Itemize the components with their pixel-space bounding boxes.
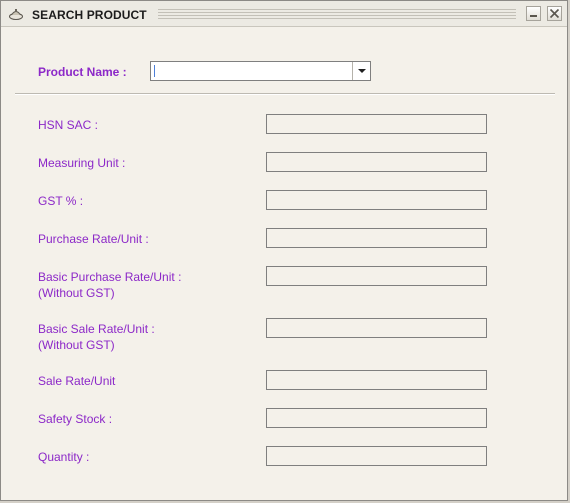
- product-name-label: Product Name :: [38, 65, 127, 79]
- basic-sale-rate-field[interactable]: [266, 318, 487, 338]
- gst-percent-label: GST % :: [38, 194, 84, 208]
- basic-purchase-rate-field[interactable]: [266, 266, 487, 286]
- safety-stock-field[interactable]: [266, 408, 487, 428]
- purchase-rate-field[interactable]: [266, 228, 487, 248]
- hsn-sac-label: HSN SAC :: [38, 118, 99, 132]
- product-name-combobox[interactable]: [150, 61, 371, 81]
- chevron-down-icon[interactable]: [352, 62, 370, 80]
- title-bar[interactable]: SEARCH PRODUCT: [1, 1, 567, 27]
- form-content: Product Name : HSN SAC : Measuring Unit …: [1, 27, 567, 501]
- sale-rate-field[interactable]: [266, 370, 487, 390]
- quantity-label: Quantity :: [38, 450, 90, 464]
- title-bar-grip: [158, 9, 516, 19]
- close-icon: [549, 8, 560, 19]
- basic-purchase-rate-label: Basic Purchase Rate/Unit :: [38, 270, 182, 284]
- safety-stock-label: Safety Stock :: [38, 412, 113, 426]
- basic-purchase-rate-sublabel: (Without GST): [38, 286, 115, 300]
- window-title: SEARCH PRODUCT: [32, 8, 147, 22]
- quantity-field[interactable]: [266, 446, 487, 466]
- minimize-button[interactable]: [526, 6, 541, 21]
- measuring-unit-label: Measuring Unit :: [38, 156, 126, 170]
- search-product-window: SEARCH PRODUCT Product Name : HSN SAC : …: [0, 0, 568, 501]
- sale-rate-label: Sale Rate/Unit: [38, 374, 116, 388]
- separator: [15, 93, 555, 95]
- close-button[interactable]: [547, 6, 562, 21]
- basic-sale-rate-label: Basic Sale Rate/Unit :: [38, 322, 155, 336]
- app-icon: [9, 9, 23, 20]
- purchase-rate-label: Purchase Rate/Unit :: [38, 232, 149, 246]
- text-cursor: [154, 65, 155, 77]
- measuring-unit-field[interactable]: [266, 152, 487, 172]
- hsn-sac-field[interactable]: [266, 114, 487, 134]
- basic-sale-rate-sublabel: (Without GST): [38, 338, 115, 352]
- minimize-icon: [530, 15, 537, 17]
- gst-percent-field[interactable]: [266, 190, 487, 210]
